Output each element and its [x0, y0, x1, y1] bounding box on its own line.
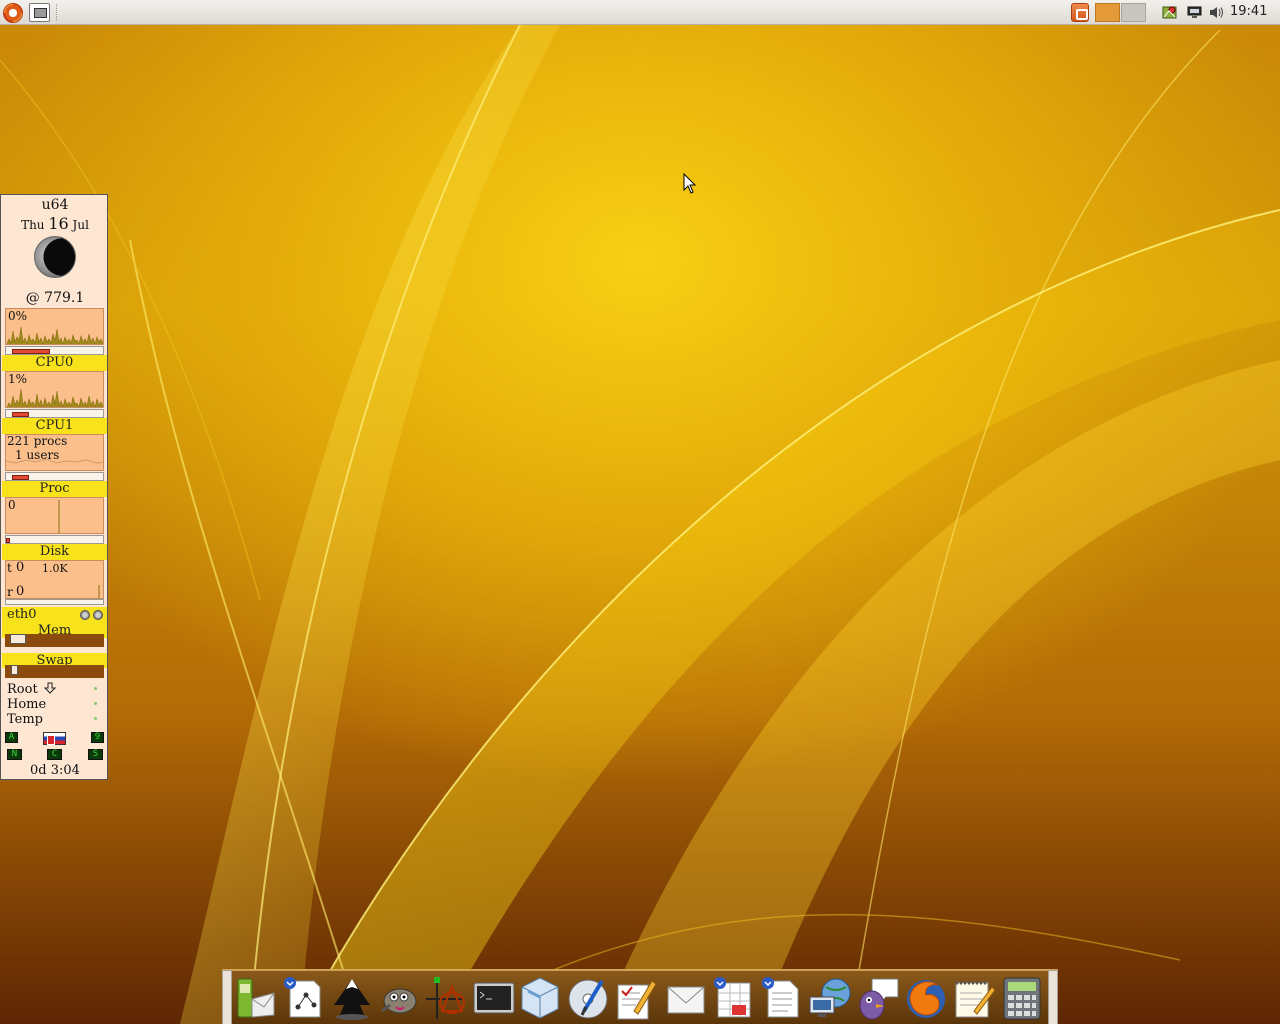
proc-krell	[5, 472, 104, 481]
top-panel: 19:41	[0, 0, 1280, 25]
document-icon[interactable]	[760, 975, 804, 1021]
cpu1-percent: 1%	[8, 372, 28, 386]
user-count: 1 users	[15, 448, 60, 462]
fs-home[interactable]: Home	[7, 697, 46, 712]
cpu1-load-fill	[12, 412, 29, 417]
proc-chart[interactable]: 221 procs 1 users	[5, 434, 104, 471]
swap-meter	[5, 665, 104, 678]
numlock-led: N	[7, 749, 22, 760]
ubuntu-logo-icon[interactable]	[3, 3, 23, 23]
volume-icon[interactable]	[1208, 4, 1225, 21]
key-a-led: A	[5, 732, 18, 743]
eth0-label[interactable]: eth0	[2, 607, 107, 623]
firefox-icon[interactable]	[904, 975, 948, 1021]
net-tx-label: t	[7, 561, 12, 575]
scrolllock-led: S	[88, 749, 103, 760]
net-rx-led	[93, 610, 103, 620]
virtualbox-icon[interactable]	[518, 975, 562, 1021]
month: Jul	[72, 218, 89, 232]
cd-burner-icon[interactable]	[566, 975, 610, 1021]
date-display: Thu 16 Jul	[1, 214, 109, 233]
fs-temp-led	[94, 717, 97, 720]
application-dock	[222, 969, 1058, 1024]
cpu0-chart[interactable]: 0%	[5, 308, 104, 345]
net-rx-label: r	[7, 585, 13, 599]
system-monitor-widget: u64 Thu 16 Jul @ 779.1 0% CPU0 1% CPU1 2…	[0, 194, 108, 780]
panel-separator	[56, 4, 58, 21]
day-number: 16	[48, 214, 69, 233]
moon-phase-icon	[34, 236, 76, 278]
net-scale: 1.0K	[42, 562, 68, 575]
spreadsheet-icon[interactable]	[712, 975, 756, 1021]
mem-usage-knob	[10, 634, 26, 644]
network-monitor-icon[interactable]	[1186, 4, 1203, 21]
key-9-led: 9	[91, 732, 104, 743]
swap-usage-knob	[11, 665, 18, 675]
gimp-icon[interactable]	[376, 975, 420, 1021]
network-manager-icon[interactable]	[1161, 4, 1178, 21]
cpu0-load-fill	[12, 349, 50, 354]
dock-left-cap	[222, 970, 232, 1024]
update-notifier-icon[interactable]	[1071, 3, 1089, 22]
workspace-1[interactable]	[1095, 3, 1120, 22]
network-places-icon[interactable]	[808, 975, 852, 1021]
cpu1-chart[interactable]: 1%	[5, 371, 104, 408]
notepad-icon[interactable]	[952, 975, 996, 1021]
net-rx-value: 0	[16, 584, 25, 599]
mouse-pointer-icon	[683, 173, 697, 194]
text-editor-pen-icon[interactable]	[614, 975, 658, 1021]
calculator-icon[interactable]	[1000, 975, 1044, 1021]
fs-home-led	[94, 702, 97, 705]
capslock-led: C	[47, 749, 62, 760]
cpu0-label[interactable]: CPU0	[2, 355, 107, 371]
fs-temp[interactable]: Temp	[7, 712, 43, 727]
disk-chart[interactable]: 0	[5, 497, 104, 534]
net-tx-value: 0	[16, 560, 25, 575]
keyboard-layout-flag-icon[interactable]	[43, 732, 66, 745]
internet-time: @ 779.1	[25, 290, 85, 306]
eject-arrow-icon[interactable]	[44, 682, 56, 694]
diagram-tool-icon[interactable]	[424, 975, 468, 1021]
cpu1-label[interactable]: CPU1	[2, 418, 107, 434]
proc-count: 221 procs	[7, 434, 68, 448]
fs-root-led	[94, 687, 97, 690]
disk-krell	[5, 535, 104, 544]
fs-root[interactable]: Root	[7, 682, 38, 697]
net-chart[interactable]: t 0 1.0K r 0	[5, 560, 104, 599]
panel-clock[interactable]: 19:41	[1230, 4, 1267, 19]
hostname: u64	[41, 197, 69, 213]
show-desktop-icon[interactable]	[29, 3, 50, 22]
uptime: 0d 3:04	[30, 763, 80, 778]
cpu0-krell	[5, 346, 104, 355]
phone-manager-icon[interactable]	[234, 975, 278, 1021]
disk-label[interactable]: Disk	[2, 544, 107, 560]
desktop-wallpaper	[0, 0, 1280, 1024]
mem-meter	[5, 634, 104, 647]
cpu0-percent: 0%	[8, 309, 28, 323]
net-tx-led	[80, 610, 90, 620]
disk-activity-fill	[6, 538, 10, 543]
dock-right-cap	[1048, 970, 1058, 1024]
proc-load-fill	[12, 475, 29, 480]
workspace-2[interactable]	[1121, 3, 1146, 22]
proc-label[interactable]: Proc	[2, 481, 107, 497]
cpu1-krell	[5, 409, 104, 418]
inkscape-icon[interactable]	[330, 975, 374, 1021]
terminal-icon[interactable]	[472, 975, 516, 1021]
net-krell	[5, 599, 104, 605]
pidgin-icon[interactable]	[856, 975, 900, 1021]
graph-editor-icon[interactable]	[282, 975, 326, 1021]
disk-value: 0	[8, 498, 16, 512]
weekday: Thu	[21, 218, 45, 232]
mail-icon[interactable]	[664, 975, 708, 1021]
